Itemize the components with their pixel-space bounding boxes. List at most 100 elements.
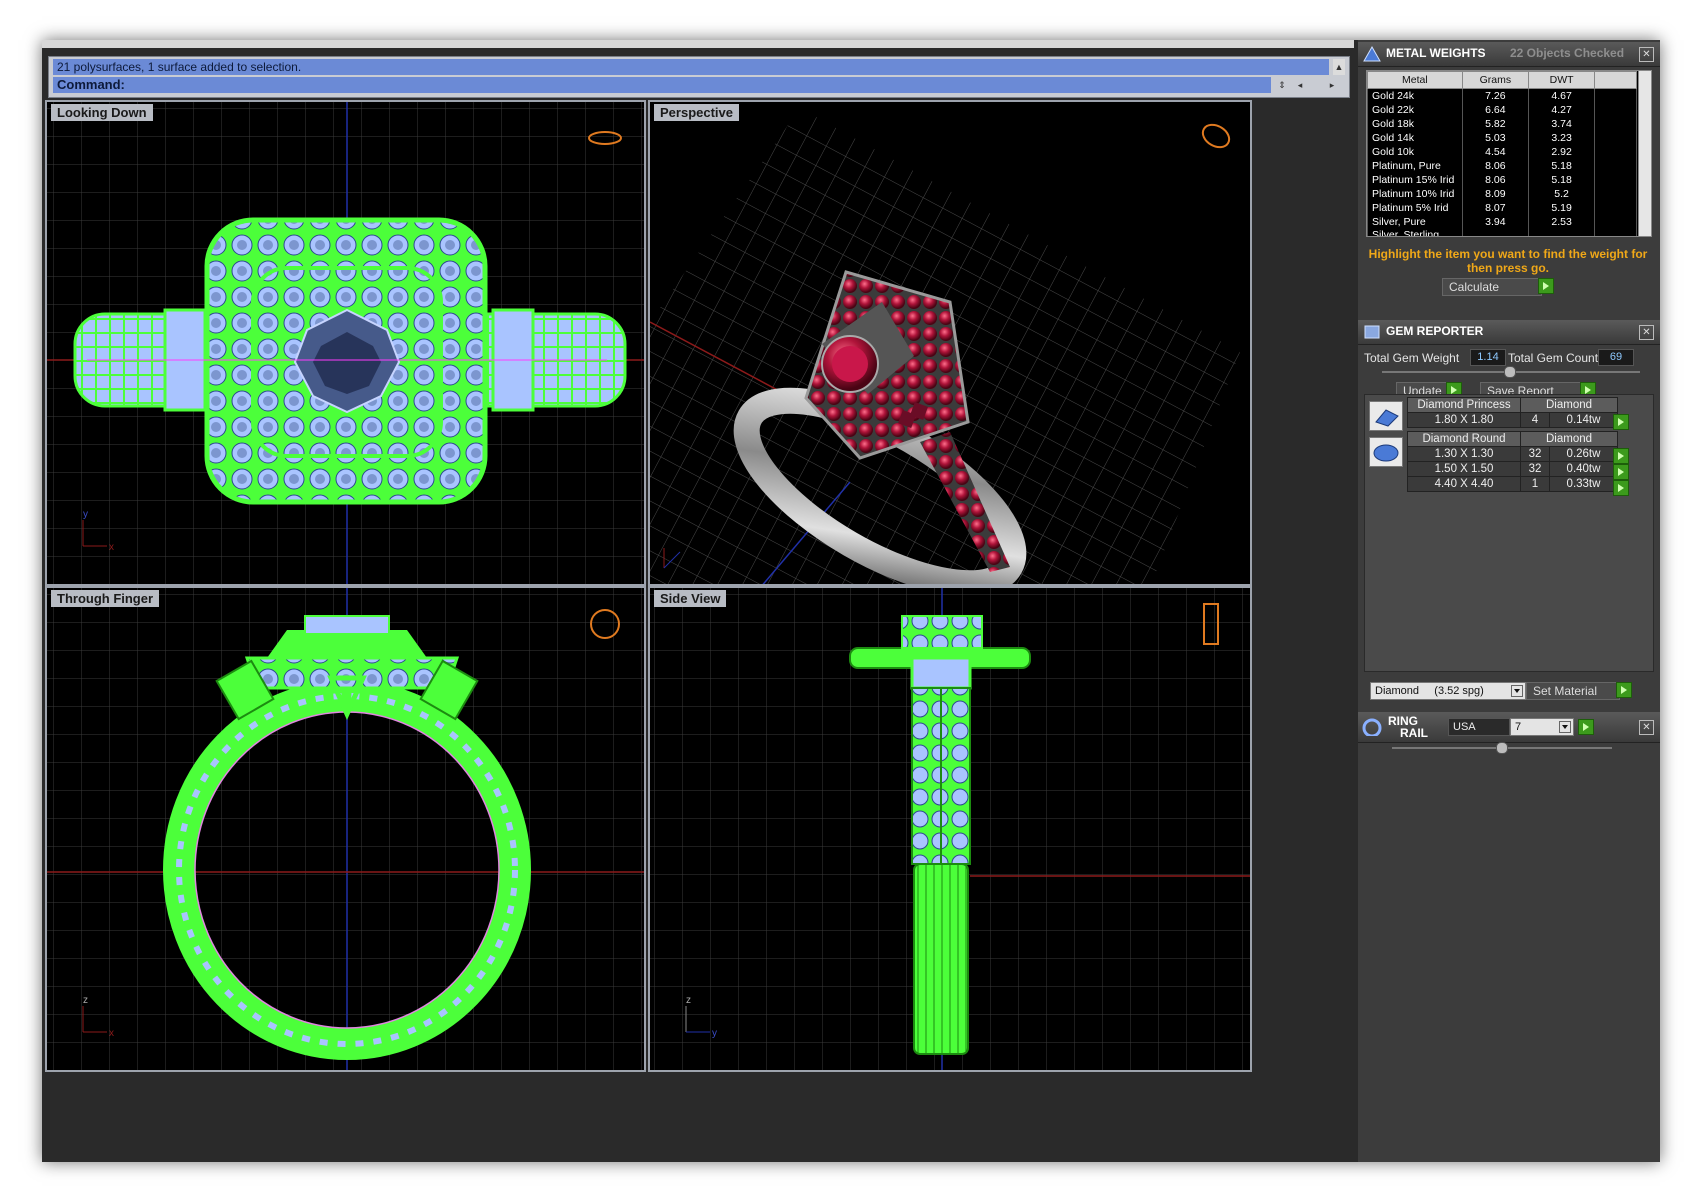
gem-weight: 0.40tw: [1549, 461, 1618, 477]
viewport-perspective[interactable]: Perspective: [648, 100, 1252, 586]
metal-name-cell: Platinum, Pure: [1367, 159, 1463, 173]
svg-text:x: x: [109, 1028, 114, 1039]
gem-size: 4.40 X 4.40: [1407, 476, 1521, 492]
metal-weights-title: METAL WEIGHTS: [1386, 46, 1486, 60]
grams-cell: 3.9: [1461, 229, 1529, 236]
round-cut-icon: [1369, 437, 1403, 467]
gem-slider-knob[interactable]: [1504, 366, 1516, 378]
table-row[interactable]: Gold 22k 6.64 4.27: [1367, 103, 1637, 117]
table-row[interactable]: Silver, Pure 3.94 2.53: [1367, 215, 1637, 229]
ring-rail-go-icon[interactable]: [1578, 719, 1594, 735]
table-row[interactable]: Silver, Sterling (9...3.92.51: [1367, 229, 1637, 236]
viewport-side-view[interactable]: Side View z y: [648, 586, 1252, 1072]
grams-cell: 8.06: [1461, 173, 1529, 187]
material-select-value: Diamond (3.52 spg): [1375, 685, 1484, 697]
gem-count: 32: [1520, 446, 1550, 462]
gem-list[interactable]: Diamond Princess Diamond 1.80 X 1.80 4 0…: [1364, 394, 1654, 672]
dwt-cell: 2.53: [1527, 215, 1596, 229]
calculate-go-icon[interactable]: [1538, 278, 1554, 294]
grams-cell: 6.64: [1461, 103, 1529, 117]
table-row[interactable]: Platinum 5% Irid 8.07 5.19: [1367, 201, 1637, 215]
metal-name-cell: Gold 22k: [1367, 103, 1463, 117]
command-prev-icon[interactable]: ◂: [1293, 77, 1307, 93]
set-material-button[interactable]: Set Material: [1526, 682, 1620, 700]
close-icon[interactable]: ✕: [1639, 325, 1654, 340]
gem-group-round[interactable]: Diamond Round Diamond 1.30 X 1.30 32 0.2…: [1407, 431, 1618, 492]
close-icon[interactable]: ✕: [1639, 47, 1654, 62]
princess-cut-icon: [1369, 401, 1403, 431]
command-spin-icon[interactable]: ⇕: [1275, 77, 1289, 93]
gem-material-label: Diamond: [1520, 397, 1618, 413]
viewport-label[interactable]: Looking Down: [51, 104, 153, 121]
viewport-label[interactable]: Through Finger: [51, 590, 160, 607]
svg-text:z: z: [686, 995, 691, 1006]
menu-bar[interactable]: [42, 40, 1354, 48]
dwt-cell: 3.74: [1527, 117, 1596, 131]
table-row[interactable]: Platinum 10% Irid 8.09 5.2: [1367, 187, 1637, 201]
ring-size-value: 7: [1515, 721, 1522, 733]
grams-cell: 5.82: [1461, 117, 1529, 131]
gem-select-go-icon[interactable]: [1613, 480, 1629, 496]
application-window: 21 polysurfaces, 1 surface added to sele…: [42, 40, 1660, 1162]
column-header-grams[interactable]: Grams: [1461, 71, 1529, 89]
viewport-through-finger[interactable]: Through Finger z x: [45, 586, 646, 1072]
gem-select-go-icon[interactable]: [1613, 448, 1629, 464]
total-gem-count-value: 69: [1598, 349, 1634, 366]
grams-cell: 8.07: [1461, 201, 1529, 215]
calculate-button[interactable]: Calculate: [1442, 278, 1542, 296]
metal-name-cell: Silver, Sterling (9...: [1367, 229, 1463, 236]
side-view-canvas: z y: [650, 588, 1250, 1070]
svg-text:x: x: [109, 542, 114, 553]
chevron-down-icon[interactable]: [1559, 721, 1571, 733]
command-area: 21 polysurfaces, 1 surface added to sele…: [48, 56, 1350, 98]
table-row[interactable]: Gold 10k 4.54 2.92: [1367, 145, 1637, 159]
gem-reporter-title: GEM REPORTER: [1386, 324, 1484, 338]
dwt-cell: 5.19: [1527, 201, 1596, 215]
metal-name-cell: Gold 24k: [1367, 88, 1463, 103]
metal-weights-scrollbar[interactable]: [1638, 70, 1652, 237]
table-row[interactable]: Gold 24k 7.26 4.67: [1367, 88, 1637, 103]
objects-checked-status: 22 Objects Checked: [1510, 46, 1625, 60]
table-row[interactable]: Platinum, Pure 8.06 5.18: [1367, 159, 1637, 173]
top-view-canvas: y x: [47, 102, 644, 584]
dwt-cell: 2.92: [1527, 145, 1596, 159]
command-history-scroll[interactable]: ▲: [1333, 59, 1345, 75]
gem-weight: 0.26tw: [1549, 446, 1618, 462]
ring-size-select[interactable]: 7: [1510, 718, 1574, 736]
metal-weights-table[interactable]: Metal Grams DWT Gold 24k 7.26 4.67 Gold 22k…: [1366, 70, 1651, 237]
set-material-go-icon[interactable]: [1616, 682, 1632, 698]
viewport-label[interactable]: Side View: [654, 590, 727, 607]
command-input[interactable]: Command:: [53, 77, 1271, 93]
gem-count: 32: [1520, 461, 1550, 477]
viewport-label[interactable]: Perspective: [654, 104, 739, 121]
gem-select-go-icon[interactable]: [1613, 414, 1629, 430]
close-icon[interactable]: ✕: [1639, 720, 1654, 735]
column-header-dwt[interactable]: DWT: [1527, 71, 1596, 89]
column-header-metal[interactable]: Metal: [1367, 71, 1463, 89]
metal-name-cell: Gold 14k: [1367, 131, 1463, 145]
svg-text:z: z: [83, 995, 88, 1006]
svg-text:y: y: [712, 1028, 717, 1039]
command-next-icon[interactable]: ▸: [1325, 77, 1339, 93]
material-select[interactable]: Diamond (3.52 spg): [1370, 682, 1526, 700]
table-row[interactable]: Gold 14k 5.03 3.23: [1367, 131, 1637, 145]
gem-count: 4: [1520, 412, 1550, 428]
gem-shape-label: Diamond Round: [1407, 431, 1521, 447]
viewport-looking-down[interactable]: Looking Down y x: [45, 100, 646, 586]
scale-icon: [1363, 45, 1381, 62]
ring-region-select[interactable]: USA: [1448, 718, 1510, 736]
gem-group-princess[interactable]: Diamond Princess Diamond 1.80 X 1.80 4 0…: [1407, 397, 1618, 428]
dwt-cell: 4.27: [1527, 103, 1596, 117]
ring-region-value: USA: [1453, 721, 1476, 733]
chevron-down-icon[interactable]: [1511, 685, 1523, 697]
dwt-cell: 5.2: [1527, 187, 1596, 201]
gem-icon: [1364, 325, 1380, 339]
total-gem-weight-label: Total Gem Weight: [1364, 351, 1460, 365]
gem-select-go-icon[interactable]: [1613, 464, 1629, 480]
ring-size-slider-knob[interactable]: [1496, 742, 1508, 754]
dwt-cell: 5.18: [1527, 159, 1596, 173]
metal-weights-header: METAL WEIGHTS 22 Objects Checked ✕: [1358, 42, 1660, 67]
table-row[interactable]: Gold 18k 5.82 3.74: [1367, 117, 1637, 131]
gem-shape-label: Diamond Princess: [1407, 397, 1521, 413]
table-row[interactable]: Platinum 15% Irid 8.06 5.18: [1367, 173, 1637, 187]
